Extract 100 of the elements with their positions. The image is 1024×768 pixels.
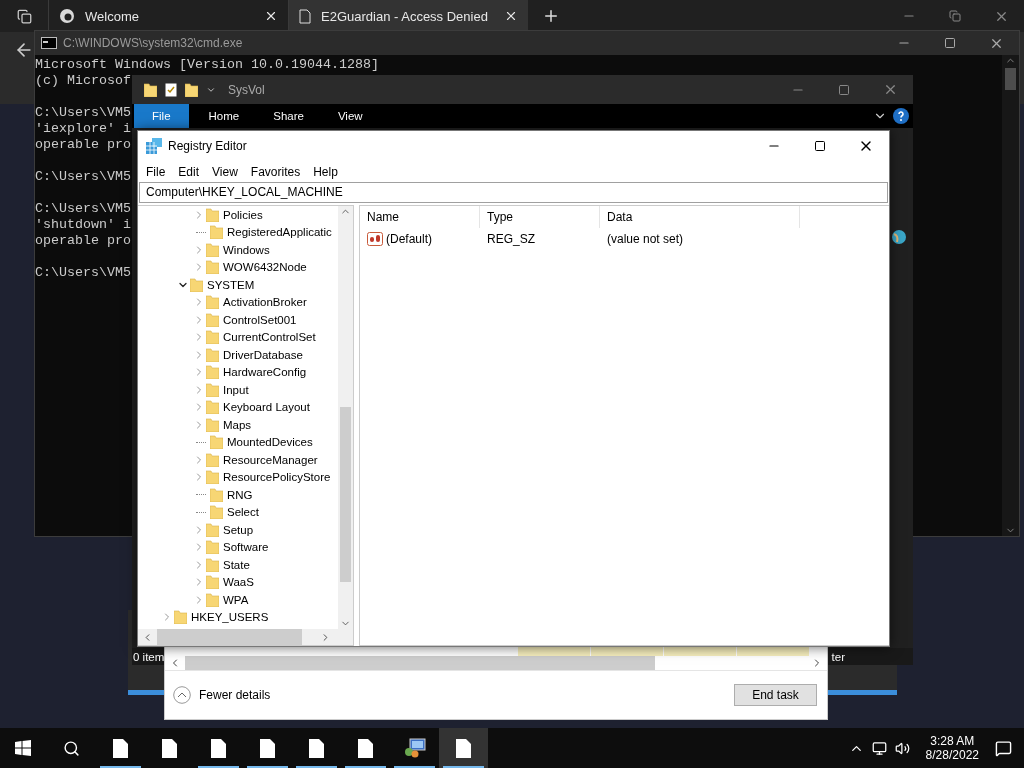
folder-icon bbox=[210, 487, 223, 502]
taskbar-app[interactable] bbox=[439, 728, 488, 768]
console-line: 'iexplore' i bbox=[35, 121, 131, 137]
status-text: ter bbox=[831, 650, 845, 663]
folder-icon bbox=[206, 382, 219, 397]
menu-item[interactable]: File bbox=[146, 164, 166, 179]
console-line: C:\Users\VM5 bbox=[35, 265, 131, 281]
ribbon-tab[interactable]: View bbox=[323, 104, 377, 128]
notifications-icon[interactable] bbox=[995, 739, 1012, 757]
tree-item[interactable]: Windows bbox=[223, 243, 270, 256]
tree-item[interactable]: RNG bbox=[227, 488, 253, 501]
value-name[interactable]: (Default) bbox=[386, 232, 432, 246]
string-value-icon bbox=[367, 232, 383, 246]
menu-item[interactable]: View bbox=[212, 164, 238, 179]
folder-icon bbox=[206, 260, 219, 275]
folder-icon bbox=[206, 575, 219, 590]
folder-icon bbox=[144, 82, 157, 97]
file-icon bbox=[309, 738, 324, 758]
tree-item[interactable]: ResourcePolicyStore bbox=[223, 471, 331, 484]
tree-item[interactable]: Policies bbox=[223, 208, 263, 221]
window-title: SysVol bbox=[228, 82, 265, 97]
console-line: operable pro bbox=[35, 137, 131, 153]
folder-icon bbox=[206, 522, 219, 537]
close-tab-icon[interactable] bbox=[504, 9, 518, 23]
file-icon bbox=[358, 738, 373, 758]
tree-item[interactable]: CurrentControlSet bbox=[223, 331, 316, 344]
folder-icon bbox=[206, 470, 219, 485]
browser-tab[interactable]: E2Guardian - Access Denied bbox=[288, 0, 528, 32]
clock-date[interactable]: 8/28/2022 bbox=[925, 748, 979, 762]
folder-icon bbox=[206, 295, 219, 310]
column-header[interactable]: Type bbox=[480, 206, 600, 228]
volume-icon[interactable] bbox=[894, 740, 910, 756]
tree-item[interactable]: ControlSet001 bbox=[223, 313, 297, 326]
end-task-button[interactable]: End task bbox=[734, 684, 817, 706]
globe-icon bbox=[891, 228, 907, 246]
tree-item[interactable]: WOW6432Node bbox=[223, 261, 307, 274]
ribbon-tab[interactable]: Share bbox=[259, 104, 318, 128]
folder-icon bbox=[206, 592, 219, 607]
folder-icon bbox=[206, 330, 219, 345]
scrollbar-thumb[interactable] bbox=[1005, 68, 1016, 90]
folder-icon bbox=[206, 400, 219, 415]
folder-icon bbox=[206, 540, 219, 555]
tree-item[interactable]: Select bbox=[227, 506, 259, 519]
browser-logo-icon bbox=[59, 8, 75, 24]
menu-item[interactable]: Favorites bbox=[250, 164, 301, 179]
tree-item[interactable]: Setup bbox=[223, 523, 254, 536]
column-header[interactable]: Data bbox=[600, 206, 800, 228]
tree-item[interactable]: HardwareConfig bbox=[223, 366, 307, 379]
network-icon[interactable] bbox=[871, 740, 887, 756]
collapse-icon[interactable] bbox=[173, 686, 191, 704]
menu-item[interactable]: Edit bbox=[178, 164, 200, 179]
console-line: (c) Microsof bbox=[35, 73, 131, 89]
window-title: C:\WINDOWS\system32\cmd.exe bbox=[63, 36, 243, 50]
menu-item[interactable]: Help bbox=[313, 164, 338, 179]
console-line: Microsoft Windows [Version 10.0.19044.1288] bbox=[35, 57, 379, 73]
tree-item[interactable]: SYSTEM bbox=[207, 278, 255, 291]
registry-icon bbox=[146, 138, 162, 154]
tree-item[interactable]: Software bbox=[223, 541, 269, 554]
scrollbar-thumb[interactable] bbox=[340, 407, 351, 582]
scrollbar-thumb[interactable] bbox=[157, 629, 302, 645]
tree-item[interactable]: DriverDatabase bbox=[223, 348, 303, 361]
file-icon bbox=[211, 738, 226, 758]
column-header[interactable]: Name bbox=[360, 206, 480, 228]
console-line: operable pro bbox=[35, 233, 131, 249]
tree-item[interactable]: Keyboard Layout bbox=[223, 401, 310, 414]
console-line: C:\Users\VM5 bbox=[35, 201, 131, 217]
tree-item[interactable]: HKEY_USERS bbox=[191, 611, 269, 624]
ribbon-tab[interactable]: File bbox=[134, 104, 189, 128]
tree-item[interactable]: ActivationBroker bbox=[223, 296, 307, 309]
properties-icon[interactable] bbox=[165, 82, 177, 97]
folder-icon bbox=[206, 207, 219, 222]
console-line: C:\Users\VM5 bbox=[35, 169, 131, 185]
tree-item[interactable]: State bbox=[223, 558, 250, 571]
close-tab-icon[interactable] bbox=[264, 9, 278, 23]
file-icon bbox=[113, 738, 128, 758]
folder-icon bbox=[174, 610, 187, 625]
file-icon bbox=[162, 738, 177, 758]
tree-item[interactable]: Maps bbox=[223, 418, 252, 431]
tree-item[interactable]: WPA bbox=[223, 593, 249, 606]
fewer-details-link[interactable]: Fewer details bbox=[199, 688, 271, 702]
scrollbar-thumb[interactable] bbox=[185, 656, 655, 670]
network-computers-icon bbox=[403, 738, 426, 758]
tree-item[interactable]: WaaS bbox=[223, 576, 254, 589]
status-text: 0 item bbox=[133, 650, 165, 663]
folder-icon bbox=[206, 365, 219, 380]
ribbon-tab[interactable]: Home bbox=[194, 104, 254, 128]
window-title: Registry Editor bbox=[168, 139, 247, 153]
tree-item[interactable]: MountedDevices bbox=[227, 436, 313, 449]
file-icon bbox=[456, 738, 471, 758]
folder-icon bbox=[206, 557, 219, 572]
tree-item[interactable]: RegisteredApplicatic bbox=[227, 226, 332, 239]
clock-time[interactable]: 3:28 AM bbox=[930, 734, 975, 748]
tree-item[interactable]: ResourceManager bbox=[223, 453, 318, 466]
folder-icon bbox=[190, 277, 203, 292]
console-line: 'shutdown' i bbox=[35, 217, 131, 233]
help-icon[interactable] bbox=[893, 108, 909, 124]
address-bar[interactable]: Computer\HKEY_LOCAL_MACHINE bbox=[139, 182, 888, 203]
folder-icon bbox=[206, 312, 219, 327]
folder-icon bbox=[206, 347, 219, 362]
tree-item[interactable]: Input bbox=[223, 383, 249, 396]
